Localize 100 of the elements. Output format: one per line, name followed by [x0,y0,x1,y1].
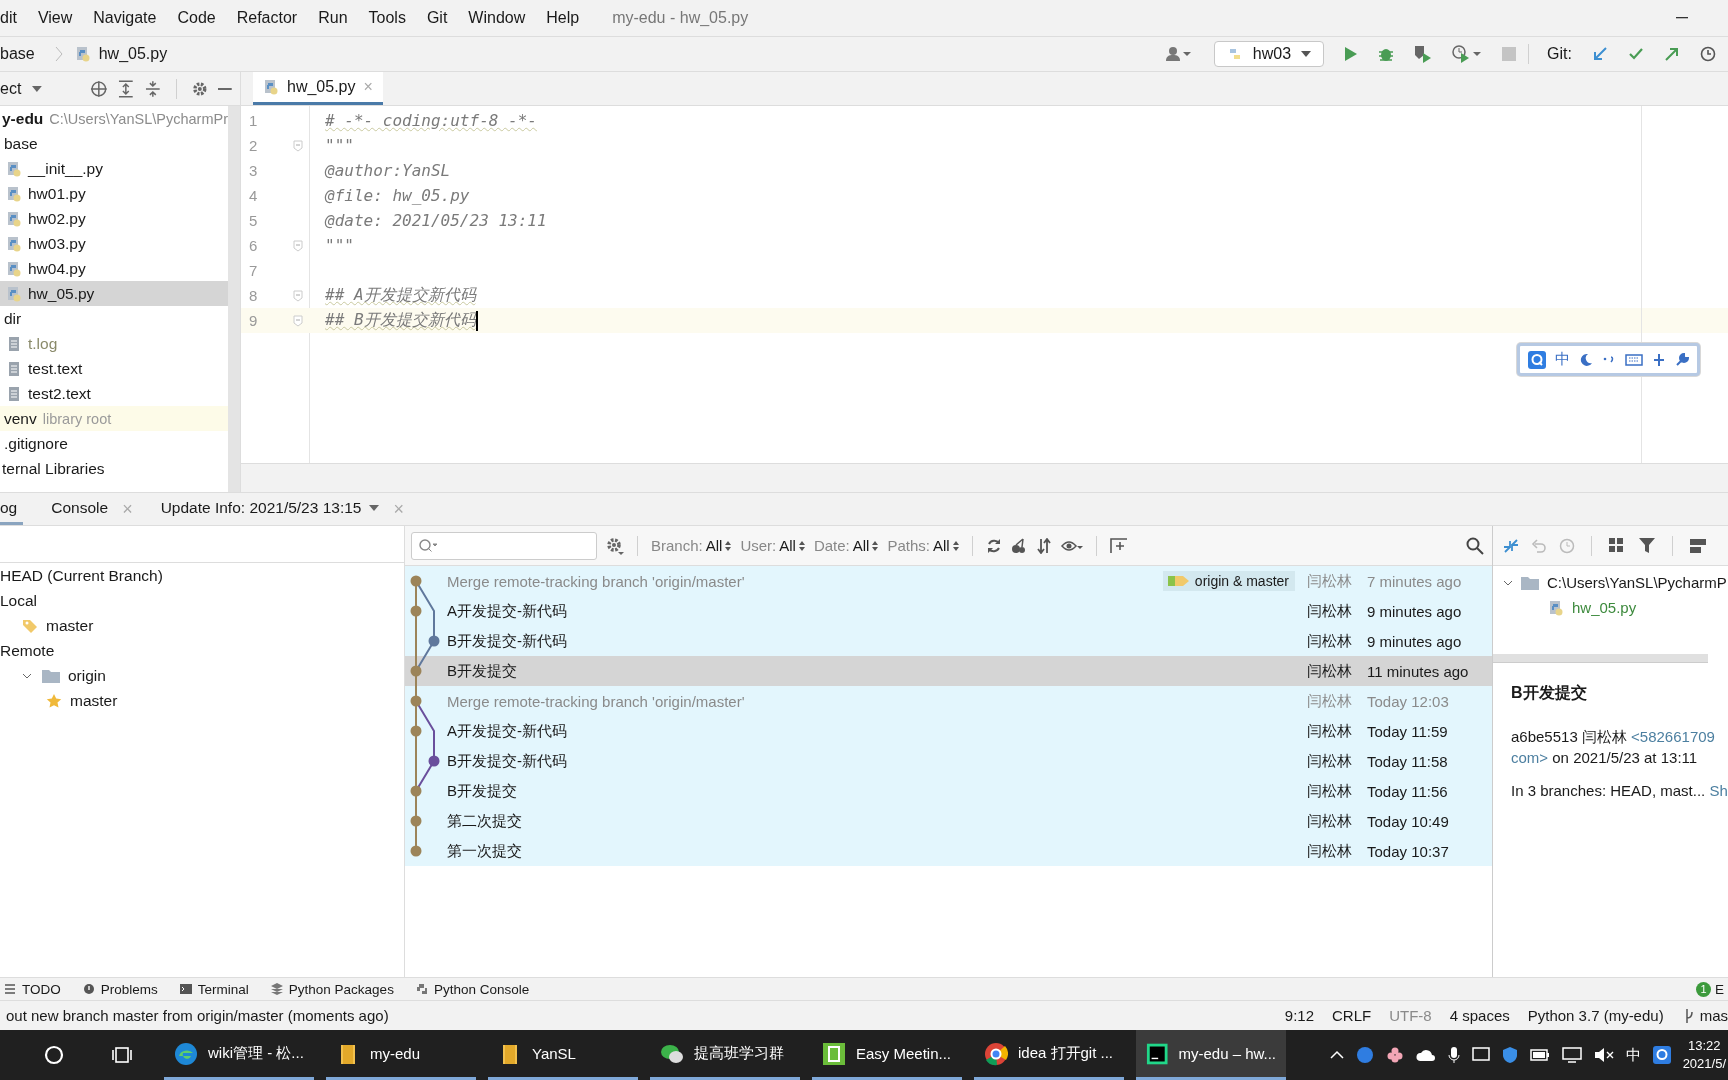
taskbar-app[interactable]: my-edu [326,1030,476,1080]
tool-window-button[interactable]: E [1715,981,1724,997]
arrow-up-right-icon[interactable] [1664,46,1680,62]
email-link[interactable]: com> [1511,749,1549,766]
tool-window-button[interactable]: Python Console [415,981,530,997]
split-icon[interactable] [1652,352,1666,367]
network-icon[interactable] [1561,1047,1582,1063]
tray-app-icon[interactable] [1355,1046,1374,1064]
fold-marker-icon[interactable] [293,314,303,327]
settings-icon[interactable] [191,80,208,97]
fold-marker-icon[interactable] [293,289,303,302]
menu-item[interactable]: Window [468,9,526,27]
locate-icon[interactable] [89,79,108,98]
grid-icon[interactable] [1608,536,1626,555]
filter-dropdown[interactable]: Paths: All [887,537,959,554]
collapse-all-icon[interactable] [144,79,161,98]
shield-icon[interactable] [1501,1046,1518,1064]
menu-item[interactable]: Help [546,9,580,27]
tree-item[interactable]: test.text [28,359,83,378]
tool-window-button[interactable]: TODO [4,981,61,997]
filter-dropdown[interactable]: User: All [740,537,805,554]
branch-item[interactable]: Remote [0,641,55,660]
menu-item[interactable]: Refactor [236,9,298,27]
moon-icon[interactable] [1579,352,1593,367]
breadcrumb-item[interactable]: hw_05.py [98,45,168,63]
layout-icon[interactable] [1689,537,1707,554]
fold-marker-icon[interactable] [293,139,303,152]
branch-item[interactable]: HEAD (Current Branch) [0,566,163,585]
commit-row[interactable]: B开发提交 闫松林 Today 11:56 [405,776,1492,806]
commit-row[interactable]: A开发提交-新代码 闫松林 Today 11:59 [405,716,1492,746]
speaker-muted-icon[interactable] [1593,1047,1614,1063]
commit-row[interactable]: B开发提交 闫松林 11 minutes ago [405,656,1492,686]
email-link[interactable]: <582661709 [1631,728,1715,745]
tree-item[interactable]: hw04.py [28,259,86,278]
sort-arrows-icon[interactable] [1035,537,1052,554]
tree-item[interactable]: ternal Libraries [2,459,105,478]
breadcrumb-item[interactable]: base [0,45,35,63]
branch-item[interactable]: origin [68,666,106,685]
task-view-icon[interactable] [112,1045,132,1065]
menu-item[interactable]: Git [426,9,448,27]
taskbar-app[interactable]: YanSL [488,1030,638,1080]
ime-mode[interactable]: 中 [1555,350,1570,369]
tree-item[interactable]: hw02.py [28,209,86,228]
tree-item[interactable]: dir [4,309,22,328]
filter-icon[interactable] [1638,536,1656,555]
clock-date[interactable]: 2021/5/ [1682,1055,1726,1073]
menu-item[interactable]: Navigate [93,9,157,27]
run-configuration-dropdown[interactable]: hw03 [1213,41,1325,67]
tree-item[interactable]: hw03.py [28,234,86,253]
menu-item[interactable]: View [37,9,73,27]
clock-icon[interactable] [1700,46,1716,62]
taskbar-app[interactable]: my-edu – hw... [1136,1030,1286,1080]
status-item[interactable]: 4 spaces [1449,1007,1510,1024]
project-view-dropdown[interactable]: ect [0,79,22,98]
eye-icon[interactable] [1060,538,1083,553]
commit-row[interactable]: A开发提交-新代码 闫松林 9 minutes ago [405,596,1492,626]
taskbar-app[interactable]: wiki管理 - 松... [164,1030,314,1080]
tree-item[interactable]: y-edu [2,109,44,128]
refresh-icon[interactable] [985,537,1002,554]
clock-time[interactable]: 13:22 [1688,1037,1721,1055]
commit-row[interactable]: 第二次提交 闫松林 Today 10:49 [405,806,1492,836]
minimize-panel-icon[interactable] [218,87,232,90]
changed-folder[interactable]: C:\Users\YanSL\PycharmP [1547,574,1727,591]
fold-marker-icon[interactable] [293,239,303,252]
microphone-icon[interactable] [1447,1046,1460,1064]
scrollbar[interactable] [1493,654,1708,663]
screen-icon[interactable] [1471,1047,1490,1063]
chevron-up-icon[interactable] [1329,1050,1344,1060]
arrow-down-left-icon[interactable] [1592,46,1608,62]
debug-bug-icon[interactable] [1378,46,1395,62]
taskbar-app[interactable]: 提高班学习群 [650,1030,800,1080]
menu-item[interactable]: Code [177,9,216,27]
status-item[interactable]: Python 3.7 (my-edu) [1527,1007,1664,1024]
cherry-icon[interactable] [1010,537,1027,554]
menu-item[interactable]: dit [0,9,17,27]
tree-item[interactable]: t.log [28,334,58,353]
tool-tab[interactable]: Update Info: 2021/5/23 13:15 [154,493,386,525]
checkmark-icon[interactable] [1628,46,1644,62]
tree-item[interactable]: __init__.py [28,159,103,178]
commit-row[interactable]: B开发提交-新代码 闫松林 Today 11:58 [405,746,1492,776]
show-link[interactable]: Sh [1709,782,1728,799]
filter-dropdown[interactable]: Date: All [813,537,879,554]
tool-tab[interactable]: Console [45,493,115,525]
settings-icon[interactable] [606,536,624,555]
wrench-icon[interactable] [1675,352,1689,367]
coverage-icon[interactable] [1414,45,1433,63]
editor-tab[interactable]: hw_05.py × [253,72,383,105]
status-item[interactable]: 9:12 [1284,1007,1315,1024]
notification-badge[interactable]: 1 [1696,981,1711,997]
flower-icon[interactable] [1385,1046,1404,1064]
input-method-indicator[interactable]: 中 [1625,1045,1641,1065]
dropdown-caret-icon[interactable] [32,85,43,92]
new-tab-icon[interactable] [1109,537,1128,554]
menu-item[interactable]: Run [318,9,348,27]
minimize-icon[interactable] [1676,17,1688,19]
branch-item[interactable]: master [70,691,118,710]
commit-row[interactable]: B开发提交-新代码 闫松林 9 minutes ago [405,626,1492,656]
search-field[interactable] [411,531,597,560]
profiler-icon[interactable] [1452,45,1483,63]
user-icon[interactable] [1165,46,1192,62]
